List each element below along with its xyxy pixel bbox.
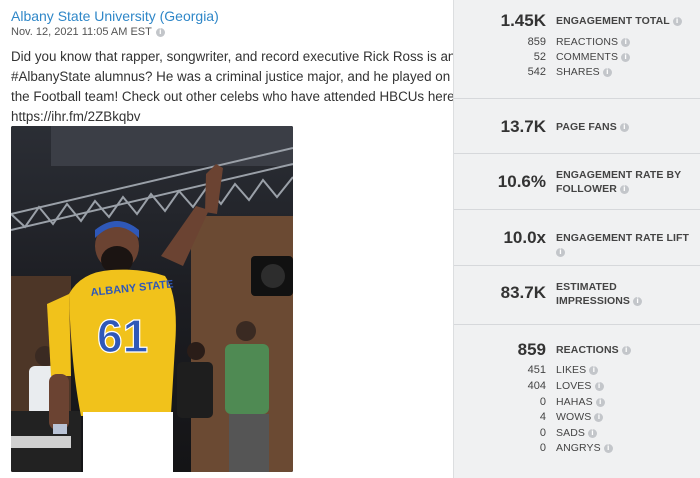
info-icon[interactable]: i bbox=[588, 428, 598, 438]
page-fans-value: 13.7K bbox=[500, 117, 546, 136]
reactions-label-text: REACTIONS bbox=[556, 344, 619, 356]
info-icon[interactable]: i bbox=[603, 443, 613, 453]
reaction-row-value: 0 bbox=[539, 442, 546, 454]
engagement-rate-lift-value: 10.0x bbox=[503, 228, 546, 247]
reaction-row-label: SADS i bbox=[556, 427, 598, 439]
page-fans-block: 13.7K PAGE FANS i bbox=[454, 99, 700, 154]
engagement-row: 52 COMMENTS i bbox=[454, 51, 700, 66]
post-date: Nov. 12, 2021 11:05 AM EST i bbox=[11, 26, 165, 38]
post-text: Did you know that rapper, songwriter, an… bbox=[11, 47, 459, 127]
reaction-row: 4 WOWS i bbox=[454, 411, 700, 426]
reaction-row-label: LOVES i bbox=[556, 380, 604, 392]
info-icon[interactable]: i bbox=[621, 52, 631, 62]
reaction-row-label-text: HAHAS bbox=[556, 396, 593, 408]
info-icon[interactable]: i bbox=[672, 16, 682, 26]
metrics-panel: 1.45K ENGAGEMENT TOTAL i 859 REACTIONS i… bbox=[453, 0, 700, 478]
estimated-impressions-label-line: ESTIMATED bbox=[556, 281, 617, 293]
info-icon[interactable]: i bbox=[589, 365, 599, 375]
post-photo[interactable]: ALBANY STATE 61 bbox=[11, 126, 293, 472]
reaction-row: 404 LOVES i bbox=[454, 380, 700, 395]
engagement-rate-follower-label: ENGAGEMENT RATE BY FOLLOWER i bbox=[556, 168, 681, 196]
reactions-value: 859 bbox=[517, 340, 546, 359]
engagement-row-label: COMMENTS i bbox=[556, 51, 631, 63]
reaction-row-label: LIKES i bbox=[556, 364, 599, 376]
reaction-row-value: 451 bbox=[527, 364, 546, 376]
post-text-line: the Football team! Check out other celeb… bbox=[11, 89, 459, 104]
estimated-impressions-value: 83.7K bbox=[500, 283, 546, 302]
info-icon[interactable]: i bbox=[602, 67, 612, 77]
reaction-row-label-text: LOVES bbox=[556, 380, 592, 392]
post-text-line: Did you know that rapper, songwriter, an… bbox=[11, 49, 456, 64]
engagement-rate-follower-value: 10.6% bbox=[497, 172, 546, 191]
reaction-row-value: 0 bbox=[539, 396, 546, 408]
engagement-rate-lift-label-text: ENGAGEMENT RATE LIFT bbox=[556, 232, 690, 244]
page-fans-label-text: PAGE FANS bbox=[556, 121, 617, 133]
post-panel: Albany State University (Georgia) Nov. 1… bbox=[0, 0, 459, 478]
info-icon[interactable]: i bbox=[155, 27, 165, 37]
info-icon[interactable]: i bbox=[619, 184, 629, 194]
info-icon[interactable]: i bbox=[556, 247, 565, 257]
reaction-row-label-text: SADS bbox=[556, 427, 585, 439]
reaction-row: 451 LIKES i bbox=[454, 364, 700, 379]
reaction-row: 0 SADS i bbox=[454, 427, 700, 442]
jersey-number: 61 bbox=[97, 310, 148, 362]
post-date-text: Nov. 12, 2021 11:05 AM EST bbox=[11, 26, 152, 38]
concert-photo-illustration: ALBANY STATE 61 bbox=[11, 126, 293, 472]
engagement-row-value: 542 bbox=[527, 66, 546, 78]
info-icon[interactable]: i bbox=[594, 381, 604, 391]
engagement-rate-lift-block: 10.0x ENGAGEMENT RATE LIFT i bbox=[454, 210, 700, 266]
engagement-row-label: SHARES i bbox=[556, 66, 612, 78]
engagement-total-block: 1.45K ENGAGEMENT TOTAL i 859 REACTIONS i… bbox=[454, 0, 700, 99]
engagement-total-label-text: ENGAGEMENT TOTAL bbox=[556, 15, 670, 27]
engagement-row-value: 859 bbox=[527, 36, 546, 48]
estimated-impressions-label: ESTIMATED IMPRESSIONS i bbox=[556, 280, 643, 308]
engagement-row: 859 REACTIONS i bbox=[454, 36, 700, 51]
reaction-row-label: WOWS i bbox=[556, 411, 604, 423]
engagement-total-label: ENGAGEMENT TOTAL i bbox=[556, 14, 682, 28]
engagement-row-label-text: COMMENTS bbox=[556, 51, 619, 63]
info-icon[interactable]: i bbox=[594, 412, 604, 422]
info-icon[interactable]: i bbox=[633, 296, 643, 306]
info-icon[interactable]: i bbox=[595, 397, 605, 407]
engagement-row-label-text: REACTIONS bbox=[556, 36, 619, 48]
reactions-label: REACTIONS i bbox=[556, 343, 631, 357]
engagement-row-label: REACTIONS i bbox=[556, 36, 631, 48]
reaction-row: 0 ANGRYS i bbox=[454, 442, 700, 457]
engagement-rate-follower-block: 10.6% ENGAGEMENT RATE BY FOLLOWER i bbox=[454, 154, 700, 210]
reaction-row-label: HAHAS i bbox=[556, 396, 605, 408]
page-fans-label: PAGE FANS i bbox=[556, 120, 629, 134]
engagement-row-value: 52 bbox=[533, 51, 546, 63]
engagement-row-label-text: SHARES bbox=[556, 66, 600, 78]
reaction-row: 0 HAHAS i bbox=[454, 396, 700, 411]
engagement-rate-lift-label: ENGAGEMENT RATE LIFT i bbox=[556, 231, 700, 259]
reaction-row-value: 0 bbox=[539, 427, 546, 439]
reaction-row-value: 404 bbox=[527, 380, 546, 392]
estimated-impressions-label-line: IMPRESSIONS bbox=[556, 295, 631, 307]
reaction-row-label-text: WOWS bbox=[556, 411, 592, 423]
reaction-row-label-text: LIKES bbox=[556, 364, 587, 376]
info-icon[interactable]: i bbox=[621, 37, 631, 47]
reaction-row-value: 4 bbox=[539, 411, 546, 423]
estimated-impressions-block: 83.7K ESTIMATED IMPRESSIONS i bbox=[454, 266, 700, 325]
engagement-rate-follower-label-line: FOLLOWER bbox=[556, 183, 617, 195]
page-name-link[interactable]: Albany State University (Georgia) bbox=[11, 8, 219, 24]
engagement-rate-follower-label-line: ENGAGEMENT RATE BY bbox=[556, 169, 682, 181]
post-link[interactable]: https://ihr.fm/2ZBkqbv bbox=[11, 107, 449, 127]
reaction-row-label: ANGRYS i bbox=[556, 442, 613, 454]
engagement-row: 542 SHARES i bbox=[454, 66, 700, 81]
engagement-total-value: 1.45K bbox=[500, 11, 546, 30]
reaction-row-label-text: ANGRYS bbox=[556, 442, 601, 454]
post-text-line: #AlbanyState alumnus? He was a criminal … bbox=[11, 69, 451, 84]
info-icon[interactable]: i bbox=[619, 122, 629, 132]
info-icon[interactable]: i bbox=[621, 345, 631, 355]
reactions-block: 859 REACTIONS i 451 LIKES i 404 LOVES i … bbox=[454, 325, 700, 478]
